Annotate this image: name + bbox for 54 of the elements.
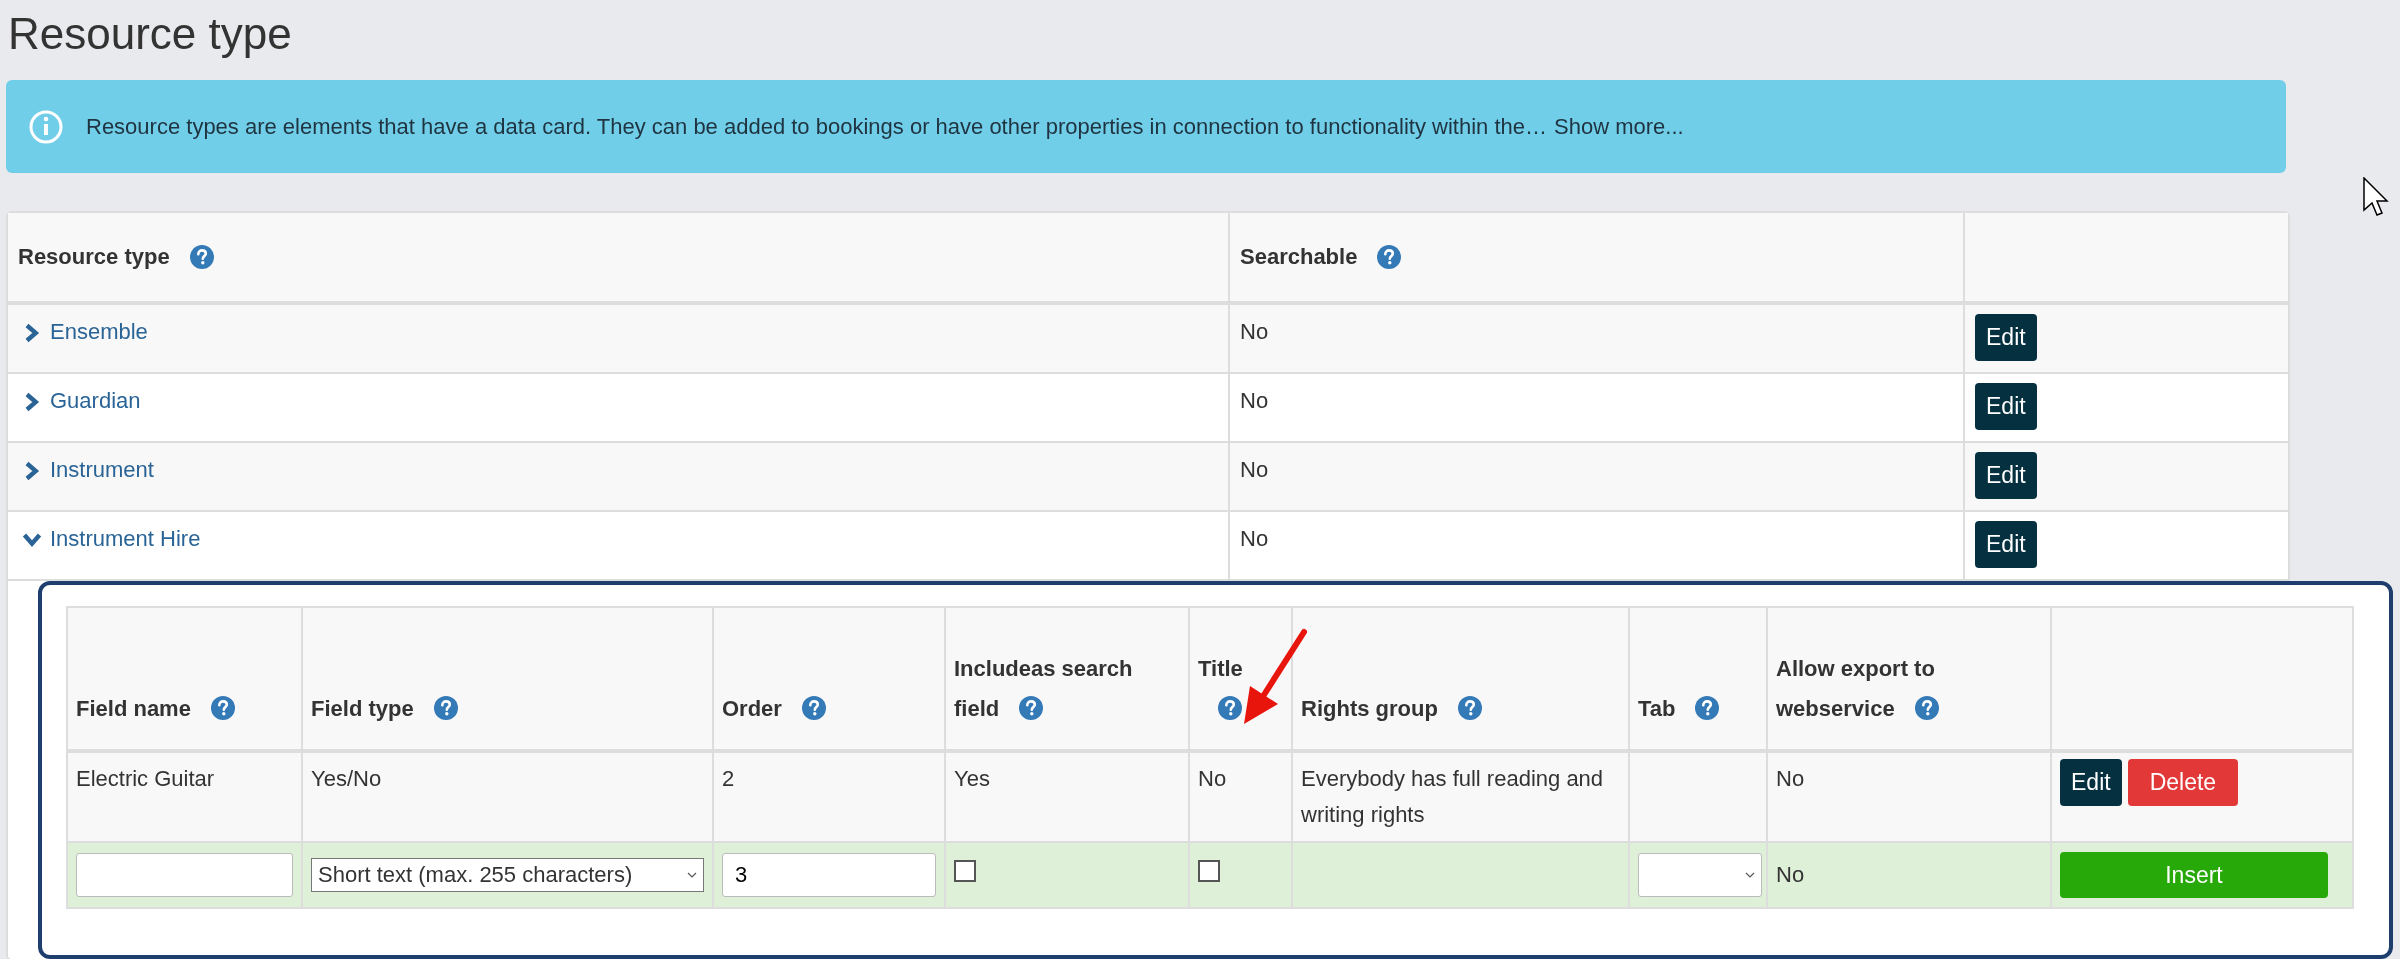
edit-button[interactable]: Edit: [1975, 521, 2037, 568]
checkbox[interactable]: [1198, 860, 1220, 882]
table-cell: 2: [722, 766, 735, 791]
mouse-cursor-icon: [2363, 177, 2389, 217]
edit-button[interactable]: Edit: [1975, 383, 2037, 430]
show-more-link[interactable]: Show more...: [1554, 113, 1684, 140]
field-type-select[interactable]: Short text (max. 255 characters): [311, 858, 704, 892]
table-cell: No: [1776, 862, 1805, 887]
order-input[interactable]: 3: [722, 853, 936, 897]
table-cell: No: [1240, 388, 1269, 414]
help-icon[interactable]: [1914, 696, 1939, 720]
table-cell: No: [1198, 766, 1227, 791]
help-icon[interactable]: [210, 696, 235, 720]
column-header: Searchable: [1230, 213, 1965, 301]
table-cell: No: [1240, 457, 1269, 483]
table-cell: Yes: [954, 766, 990, 791]
table-cell: No: [1776, 766, 1805, 791]
column-header: Resource type: [8, 213, 1230, 301]
edit-button[interactable]: Edit: [1975, 314, 2037, 361]
column-header: Allow export to webservice: [1767, 607, 2051, 751]
caret-icon: [687, 871, 697, 879]
column-header: Title: [1189, 607, 1292, 751]
help-icon[interactable]: [189, 245, 214, 269]
help-icon[interactable]: [1218, 696, 1242, 720]
field-name-input[interactable]: [76, 853, 293, 897]
column-header: Field type: [302, 607, 713, 751]
column-header: Field name: [67, 607, 302, 751]
column-header: Rights group: [1292, 607, 1629, 751]
delete-button[interactable]: Delete: [2127, 759, 2239, 806]
column-header: Includeas search field: [945, 607, 1189, 751]
resource-type-link[interactable]: Ensemble: [50, 319, 148, 345]
table-cell: No: [1240, 319, 1269, 345]
page-title: Resource type: [7, 8, 293, 60]
info-icon: [28, 108, 64, 145]
edit-button[interactable]: Edit: [1975, 452, 2037, 499]
checkbox[interactable]: [954, 860, 976, 882]
table-cell: No: [1240, 526, 1269, 552]
help-icon[interactable]: [801, 696, 826, 720]
edit-button[interactable]: Edit: [2060, 759, 2122, 806]
help-icon[interactable]: [433, 696, 458, 720]
table-cell: Yes/No: [311, 766, 382, 791]
help-icon[interactable]: [1457, 696, 1482, 720]
table-cell: Electric Guitar: [76, 766, 215, 791]
caret-icon: [1745, 871, 1755, 879]
column-header: Tab: [1629, 607, 1767, 751]
resource-type-link[interactable]: Instrument Hire: [50, 526, 201, 552]
resource-type-link[interactable]: Guardian: [50, 388, 141, 414]
table-cell: Everybody has full reading and writing rights: [1301, 766, 1604, 827]
info-text: Resource types are elements that have a data card. They can be added to bookings or have other properties in connection to functionality within the…: [86, 113, 1548, 140]
help-icon[interactable]: [1377, 245, 1402, 269]
help-icon[interactable]: [1695, 696, 1720, 720]
help-icon[interactable]: [1019, 696, 1044, 720]
resource-type-link[interactable]: Instrument: [50, 457, 154, 483]
column-header: Order: [713, 607, 945, 751]
